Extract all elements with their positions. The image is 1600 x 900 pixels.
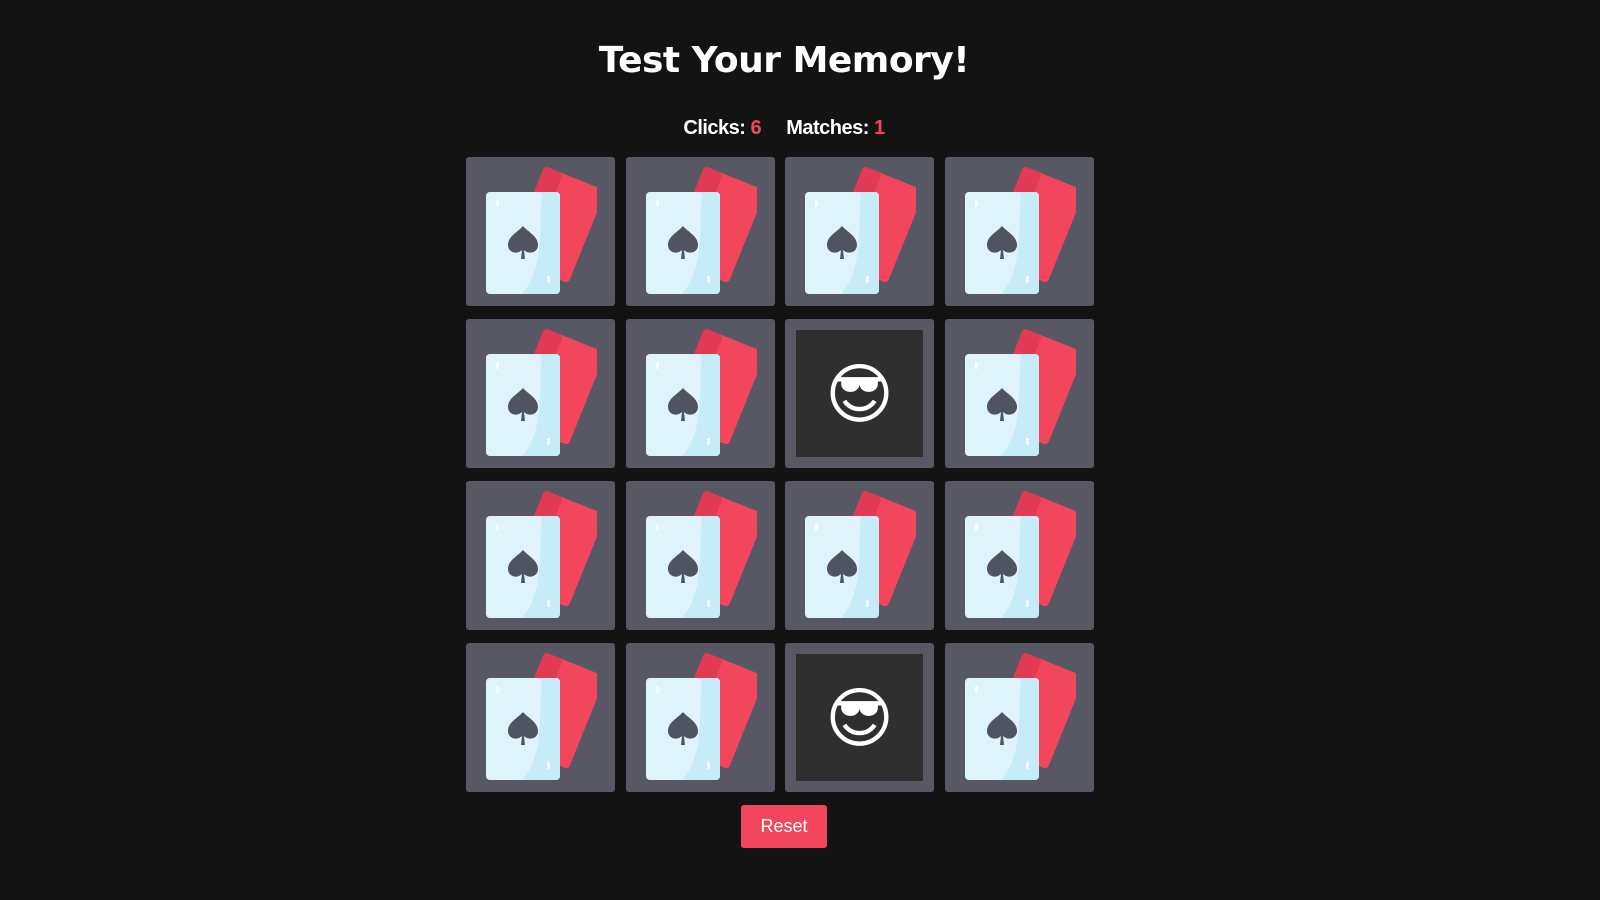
- playing-cards-icon: [805, 167, 916, 294]
- page-title: Test Your Memory!: [598, 40, 970, 81]
- reset-button[interactable]: Reset: [741, 805, 827, 848]
- card-grid: 😎 😎: [466, 157, 1094, 792]
- playing-cards-icon: [486, 491, 597, 618]
- playing-cards-icon: [645, 329, 757, 456]
- memory-card[interactable]: [944, 643, 1094, 792]
- memory-card[interactable]: [466, 643, 615, 792]
- playing-cards-icon: [964, 329, 1076, 456]
- memory-card[interactable]: [944, 319, 1094, 468]
- game-page: Test Your Memory! Clicks: 6 Matches: 1 😎…: [0, 0, 1568, 882]
- memory-card[interactable]: 😎: [785, 643, 934, 792]
- memory-card[interactable]: 😎: [785, 319, 934, 468]
- memory-card[interactable]: [466, 319, 615, 468]
- memory-card[interactable]: [785, 157, 934, 306]
- memory-card[interactable]: [466, 157, 615, 306]
- smiling-face-with-sunglasses-icon: 😎: [796, 330, 923, 457]
- memory-card[interactable]: [625, 481, 775, 630]
- matches-stat: Matches: 1: [786, 117, 885, 140]
- playing-cards-icon: [964, 491, 1076, 618]
- memory-card[interactable]: [785, 481, 934, 630]
- playing-cards-icon: [645, 167, 757, 294]
- playing-cards-icon: [486, 167, 597, 294]
- playing-cards-icon: [964, 167, 1076, 294]
- smiling-face-with-sunglasses-icon: 😎: [796, 654, 923, 781]
- clicks-label: Clicks:: [683, 117, 746, 139]
- playing-cards-icon: [805, 491, 916, 618]
- matches-count: 1: [873, 117, 885, 139]
- memory-card[interactable]: [944, 481, 1094, 630]
- memory-card[interactable]: [625, 643, 775, 792]
- matches-label: Matches:: [786, 117, 869, 139]
- playing-cards-icon: [486, 329, 597, 456]
- score-bar: Clicks: 6 Matches: 1: [0, 117, 1568, 140]
- playing-cards-icon: [645, 653, 757, 780]
- playing-cards-icon: [964, 653, 1076, 780]
- memory-card[interactable]: [625, 319, 775, 468]
- playing-cards-icon: [645, 491, 757, 618]
- clicks-stat: Clicks: 6: [683, 117, 761, 140]
- memory-card[interactable]: [944, 157, 1094, 306]
- playing-cards-icon: [486, 653, 597, 780]
- memory-card[interactable]: [466, 481, 615, 630]
- memory-card[interactable]: [625, 157, 775, 306]
- clicks-count: 6: [750, 117, 762, 139]
